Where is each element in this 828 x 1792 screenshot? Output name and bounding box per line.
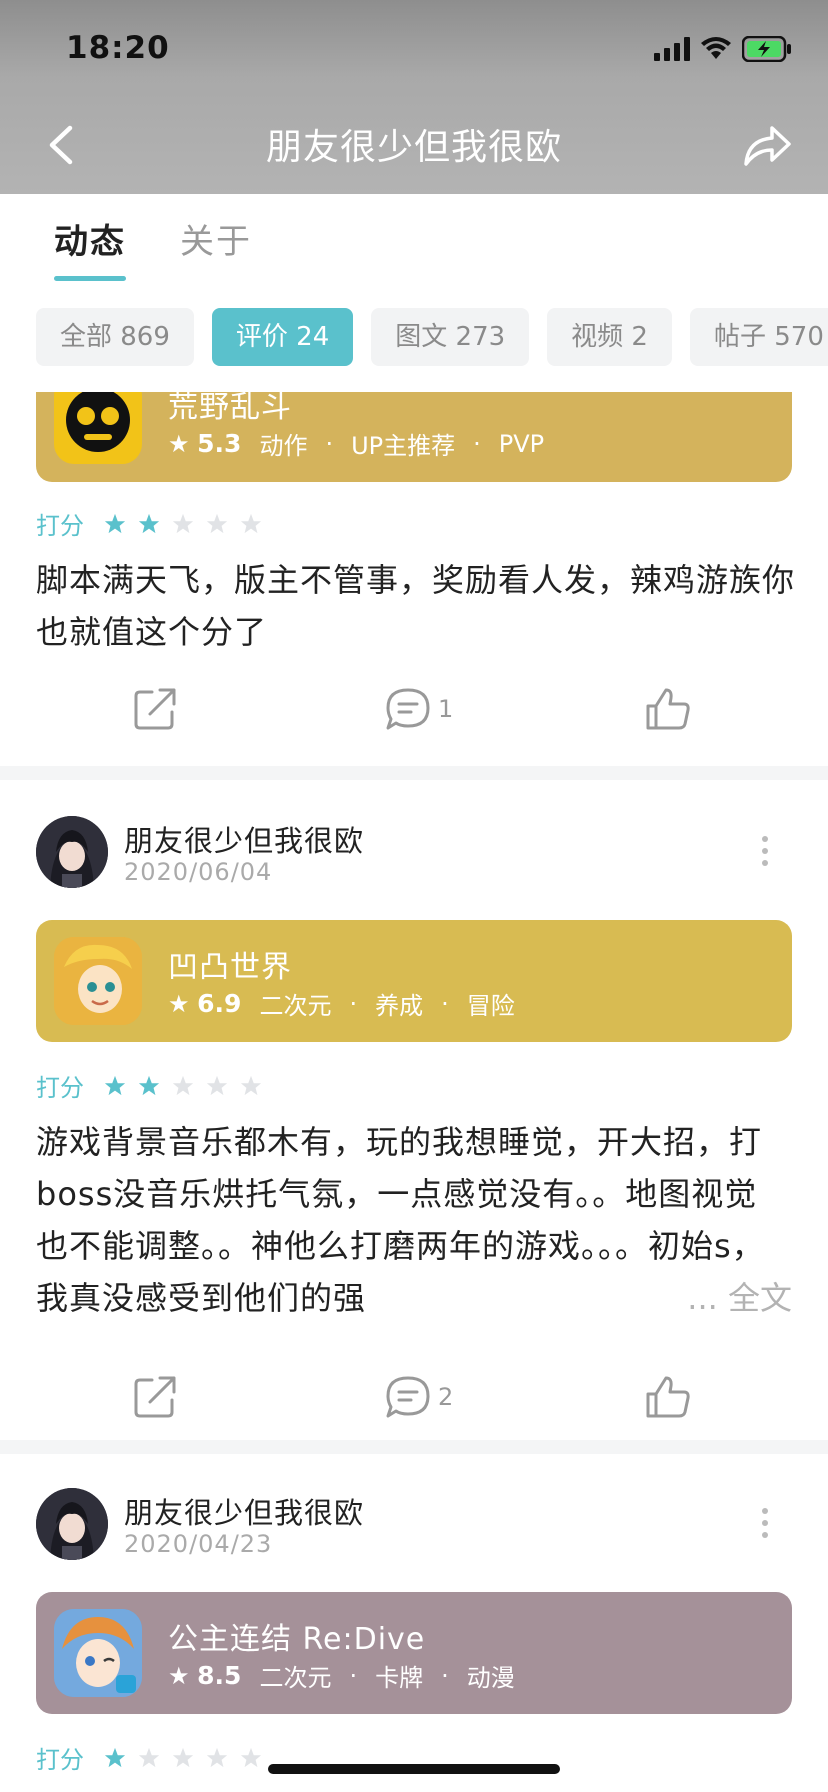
rating-label: 打分 (36, 1746, 84, 1774)
rating-row: 打分 (36, 1740, 262, 1775)
more-options-button[interactable] (762, 836, 770, 866)
like-button[interactable] (644, 686, 692, 732)
tab-bar: 动态 关于 (0, 194, 828, 294)
game-tag: 动漫 (466, 1664, 515, 1692)
thumbs-up-icon (646, 688, 690, 730)
star-empty-icon (240, 1075, 262, 1095)
user-name[interactable]: 朋友很少但我很欧 (124, 818, 364, 860)
game-tag: 冒险 (466, 992, 515, 1020)
avatar[interactable] (36, 1488, 108, 1560)
comment-count: 2 (438, 1383, 454, 1411)
action-row: 1 (0, 686, 828, 746)
post-author[interactable]: 朋友很少但我很欧 2020/06/04 (36, 816, 792, 896)
star-empty-icon (138, 1747, 160, 1767)
game-icon-aotu-world (54, 937, 142, 1025)
avatar[interactable] (36, 816, 108, 888)
game-rating: ★ 6.9 (168, 989, 242, 1018)
comment-button[interactable]: 2 (384, 1374, 453, 1420)
rating-label: 打分 (36, 512, 84, 540)
user-name[interactable]: 朋友很少但我很欧 (124, 1490, 364, 1532)
share-button[interactable] (742, 122, 792, 168)
filter-image-text[interactable]: 图文 273 (371, 308, 530, 366)
game-tag: 养成 (375, 992, 424, 1020)
read-full-link[interactable]: ... 全文 (681, 1272, 792, 1324)
star-empty-icon (206, 1075, 228, 1095)
game-meta: ★ 8.5 二次元 · 卡牌 · 动漫 (168, 1658, 515, 1693)
game-card[interactable]: 荒野乱斗 ★ 5.3 动作 · UP主推荐 · PVP (36, 392, 792, 482)
star-filled-icon (104, 1747, 126, 1767)
tab-indicator (54, 276, 126, 281)
share-post-button[interactable] (132, 686, 178, 732)
rating-star-icon: ★ (168, 1662, 190, 1690)
star-empty-icon (206, 1747, 228, 1767)
action-row: 2 (0, 1374, 828, 1434)
filter-videos[interactable]: 视频 2 (547, 308, 672, 366)
share-icon (134, 688, 176, 730)
game-card[interactable]: 凹凸世界 ★ 6.9 二次元 · 养成 · 冒险 (36, 920, 792, 1042)
profile-page: 18:20 朋友很少但我很欧 动态 关于 全部 869 评价 24 图文 273… (0, 0, 828, 1792)
post-author[interactable]: 朋友很少但我很欧 2020/04/23 (36, 1488, 792, 1568)
star-filled-icon (138, 513, 160, 533)
star-empty-icon (172, 513, 194, 533)
rating-label: 打分 (36, 1074, 84, 1102)
game-tag: 动作 (259, 432, 308, 460)
game-tag: 卡牌 (375, 1664, 424, 1692)
star-empty-icon (240, 1747, 262, 1767)
wifi-icon (701, 37, 731, 59)
game-card[interactable]: 公主连结 Re:Dive ★ 8.5 二次元 · 卡牌 · 动漫 (36, 1592, 792, 1714)
comment-count: 1 (438, 695, 454, 723)
filter-chips: 全部 869 评价 24 图文 273 视频 2 帖子 570 (36, 308, 828, 366)
like-button[interactable] (644, 1374, 692, 1420)
game-icon-princess-connect (54, 1609, 142, 1697)
game-meta: ★ 6.9 二次元 · 养成 · 冒险 (168, 986, 515, 1021)
game-rating: ★ 5.3 (168, 429, 242, 458)
game-meta: ★ 5.3 动作 · UP主推荐 · PVP (168, 426, 544, 461)
filter-posts[interactable]: 帖子 570 (689, 308, 828, 366)
star-filled-icon (138, 1075, 160, 1095)
game-name: 凹凸世界 (168, 950, 292, 985)
home-indicator[interactable] (268, 1764, 560, 1774)
game-tag: PVP (498, 429, 545, 458)
rating-star-icon: ★ (168, 430, 190, 458)
review-text[interactable]: 脚本满天飞，版主不管事，奖励看人发，辣鸡游族你也就值这个分了 (36, 554, 796, 658)
game-tag: 二次元 (259, 992, 332, 1020)
tab-dynamic[interactable]: 动态 (54, 214, 126, 263)
star-filled-icon (104, 1075, 126, 1095)
comment-icon (386, 688, 430, 730)
game-icon-brawl-stars (54, 392, 142, 464)
divider (0, 766, 828, 780)
tab-about[interactable]: 关于 (180, 214, 252, 263)
status-time: 18:20 (66, 30, 170, 66)
star-empty-icon (172, 1747, 194, 1767)
review-feed: 荒野乱斗 ★ 5.3 动作 · UP主推荐 · PVP 打分 脚本满天飞，版主不管事… (0, 392, 828, 1792)
game-rating: ★ 8.5 (168, 1661, 242, 1690)
star-filled-icon (104, 513, 126, 533)
filter-reviews[interactable]: 评价 24 (211, 308, 354, 366)
comment-icon (386, 1376, 430, 1418)
post-date: 2020/06/04 (124, 858, 273, 886)
rating-row: 打分 (36, 1068, 262, 1103)
filter-all[interactable]: 全部 869 (36, 308, 194, 366)
post-date: 2020/04/23 (124, 1530, 273, 1558)
rating-row: 打分 (36, 506, 262, 541)
header: 18:20 朋友很少但我很欧 (0, 0, 828, 194)
game-tag: UP主推荐 (351, 432, 456, 460)
thumbs-up-icon (646, 1376, 690, 1418)
game-name: 荒野乱斗 (168, 392, 292, 425)
star-empty-icon (172, 1075, 194, 1095)
rating-star-icon: ★ (168, 990, 190, 1018)
share-post-button[interactable] (132, 1374, 178, 1420)
share-icon (134, 1376, 176, 1418)
page-title: 朋友很少但我很欧 (265, 127, 562, 168)
battery-icon (742, 36, 791, 62)
more-options-button[interactable] (762, 1508, 770, 1538)
game-name: 公主连结 Re:Dive (168, 1622, 426, 1657)
star-empty-icon (206, 513, 228, 533)
signal-icon (654, 37, 690, 61)
star-empty-icon (240, 513, 262, 533)
divider (0, 1440, 828, 1454)
comment-button[interactable]: 1 (384, 686, 453, 732)
game-tag: 二次元 (259, 1664, 332, 1692)
status-icons (654, 36, 792, 62)
